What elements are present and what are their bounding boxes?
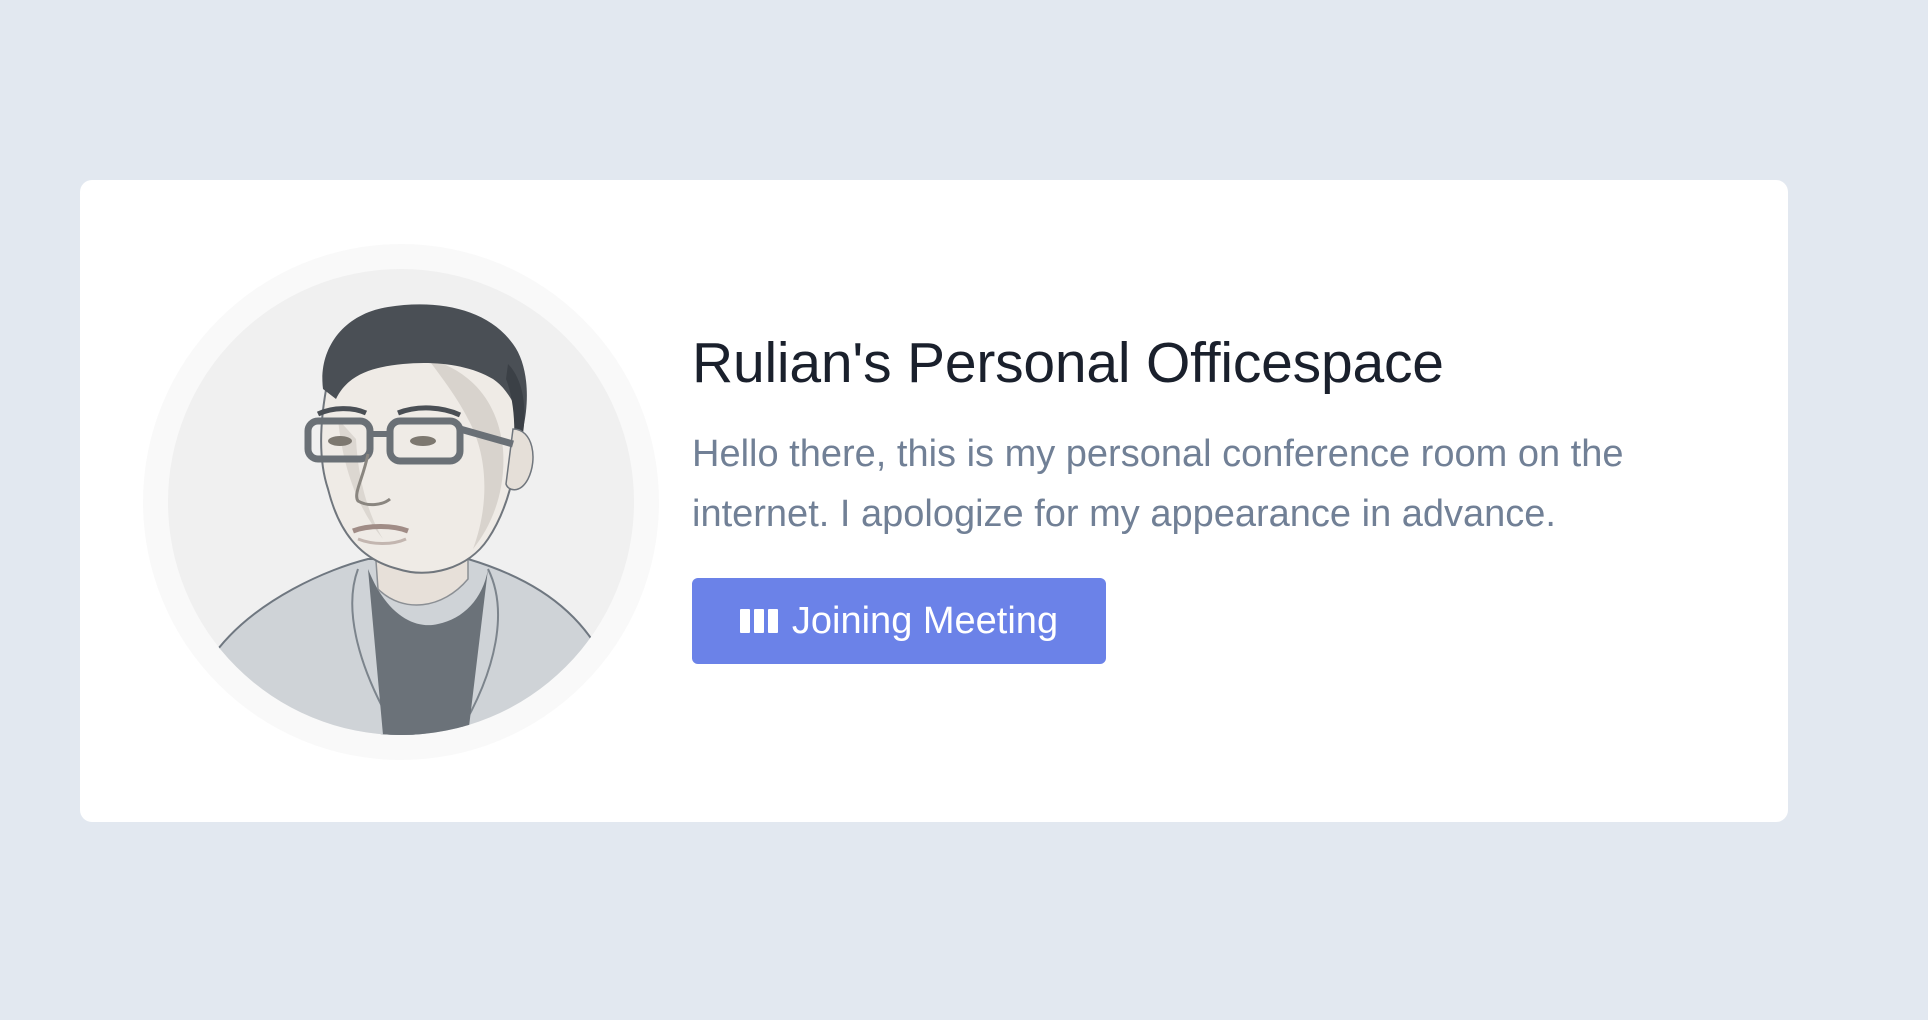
- person-portrait-icon: [168, 304, 634, 735]
- profile-card: Rulian's Personal Officespace Hello ther…: [80, 180, 1788, 822]
- profile-content: Rulian's Personal Officespace Hello ther…: [692, 330, 1692, 664]
- joining-meeting-label: Joining Meeting: [791, 599, 1059, 642]
- joining-meeting-button[interactable]: Joining Meeting: [692, 578, 1106, 664]
- description-text: Hello there, this is my personal confere…: [692, 433, 1624, 535]
- avatar: [143, 244, 659, 760]
- page-title: Rulian's Personal Officespace: [692, 331, 1444, 395]
- avatar-portrait: [168, 269, 634, 735]
- loading-bars-icon: [739, 606, 778, 636]
